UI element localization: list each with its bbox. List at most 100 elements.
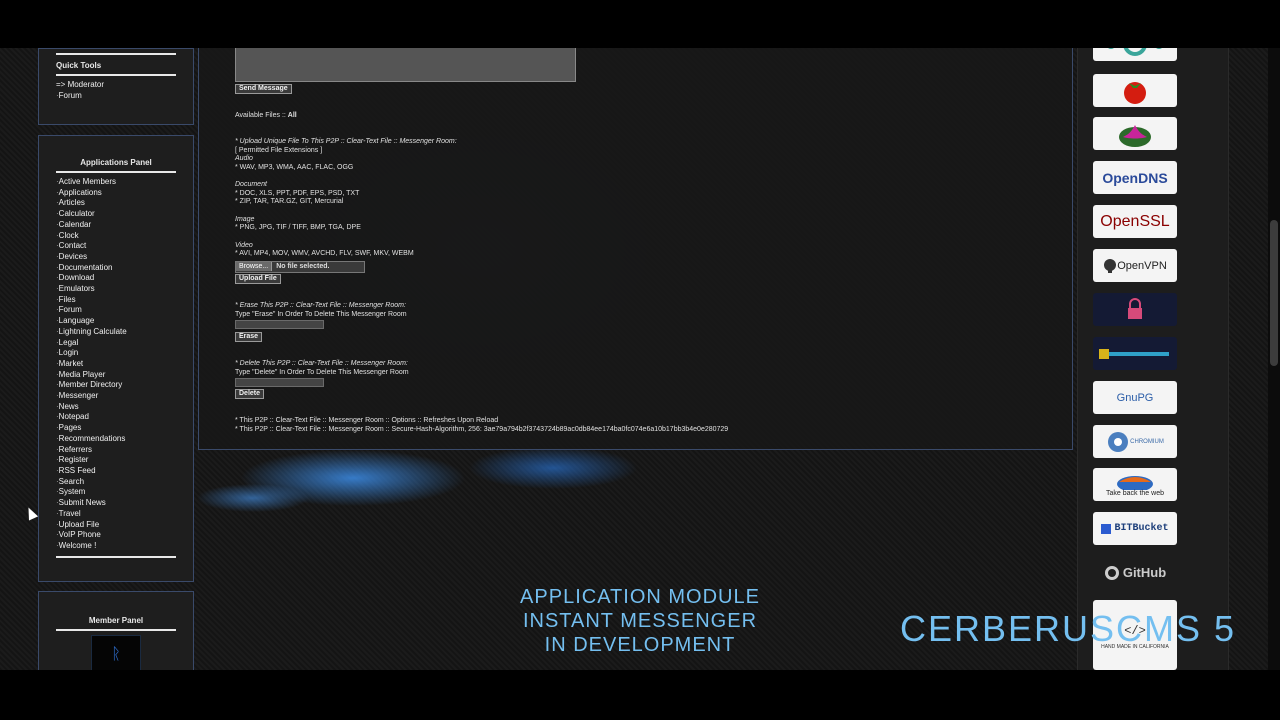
background-splash — [193, 448, 653, 528]
openssl-logo: OpenSSL — [1100, 212, 1170, 230]
sponsor-badges-column: OpenDNS OpenSSL OpenVPN GnuPG CHROMIUM T… — [1077, 48, 1229, 670]
app-link-files[interactable]: Files — [56, 295, 176, 306]
badge-lotus[interactable] — [1093, 117, 1177, 150]
quick-tools-panel: Quick Tools => Moderator Forum — [38, 48, 194, 125]
app-link-news[interactable]: News — [56, 402, 176, 413]
divider — [56, 629, 176, 631]
video-caption: APPLICATION MODULE INSTANT MESSENGER IN … — [440, 585, 840, 657]
openvpn-icon — [1104, 258, 1117, 273]
available-files-value[interactable]: All — [288, 112, 297, 119]
app-link-messenger[interactable]: Messenger — [56, 391, 176, 402]
app-link-calculator[interactable]: Calculator — [56, 209, 176, 220]
permitted-extensions-label: [ Permitted File Extensions ] — [235, 146, 323, 154]
app-link-articles[interactable]: Articles — [56, 198, 176, 209]
page-viewport: Quick Tools => Moderator Forum Applicati… — [0, 48, 1280, 670]
available-files-label: Available Files :: — [235, 112, 286, 119]
app-link-documentation[interactable]: Documentation — [56, 263, 176, 274]
divider — [56, 53, 176, 55]
erase-input[interactable] — [235, 320, 324, 329]
badge-top[interactable] — [1093, 48, 1177, 61]
app-link-upload-file[interactable]: Upload File — [56, 520, 176, 531]
github-icon — [1104, 565, 1119, 580]
caption-line-1: APPLICATION MODULE — [520, 586, 760, 608]
app-link-register[interactable]: Register — [56, 455, 176, 466]
app-link-legal[interactable]: Legal — [56, 338, 176, 349]
upload-file-button[interactable]: Upload File — [235, 274, 281, 284]
badge-tomato[interactable] — [1093, 74, 1177, 107]
key-icon — [1099, 348, 1169, 359]
app-link-submit-news[interactable]: Submit News — [56, 498, 176, 509]
delete-heading: * Delete This P2P :: Clear-Text File :: … — [235, 360, 408, 367]
badge-firefox[interactable]: Take back the web — [1093, 468, 1177, 501]
app-link-rss-feed[interactable]: RSS Feed — [56, 466, 176, 477]
avatar[interactable]: ᚱ — [91, 635, 141, 670]
caption-line-2: INSTANT MESSENGER — [522, 610, 758, 632]
message-textarea[interactable] — [235, 48, 576, 82]
delete-button[interactable]: Delete — [235, 389, 265, 399]
app-link-referrers[interactable]: Referrers — [56, 445, 176, 456]
app-link-login[interactable]: Login — [56, 348, 176, 359]
applications-panel-title: Applications Panel — [80, 158, 152, 167]
page-scrollbar[interactable] — [1268, 48, 1280, 670]
opendns-logo: OpenDNS — [1102, 169, 1168, 186]
openvpn-logo: OpenVPN — [1117, 259, 1167, 272]
app-link-applications[interactable]: Applications — [56, 188, 176, 199]
no-file-selected: No file selected. — [276, 263, 330, 270]
brand-watermark: CERBERUSCMS 5 — [900, 608, 1237, 649]
app-link-pages[interactable]: Pages — [56, 423, 176, 434]
app-link-language[interactable]: Language — [56, 316, 176, 327]
app-link-system[interactable]: System — [56, 487, 176, 498]
badge-key[interactable] — [1093, 337, 1177, 370]
badge-chromium[interactable]: CHROMIUM — [1093, 425, 1177, 458]
app-link-forum[interactable]: Forum — [56, 305, 176, 316]
badge-opendns[interactable]: OpenDNS — [1093, 161, 1177, 194]
app-link-member-directory[interactable]: Member Directory — [56, 380, 176, 391]
video-label: Video — [235, 241, 253, 249]
app-link-lightning-calculate[interactable]: Lightning Calculate — [56, 327, 176, 338]
app-link-active-members[interactable]: Active Members — [56, 177, 176, 188]
app-link-media-player[interactable]: Media Player — [56, 370, 176, 381]
divider — [56, 171, 176, 173]
applications-list: Active MembersApplicationsArticlesCalcul… — [56, 177, 176, 552]
erase-button[interactable]: Erase — [235, 332, 263, 342]
app-link-market[interactable]: Market — [56, 359, 176, 370]
messenger-room-content: Send Message Available Files :: All * Up… — [198, 48, 1073, 450]
chromium-logo: CHROMIUM — [1130, 438, 1164, 445]
badge-github[interactable]: GitHub — [1093, 556, 1177, 589]
room-hash: * This P2P :: Clear-Text File :: Messeng… — [235, 425, 729, 433]
app-link-calendar[interactable]: Calendar — [56, 220, 176, 231]
app-link-voip-phone[interactable]: VoIP Phone — [56, 530, 176, 541]
app-link-emulators[interactable]: Emulators — [56, 284, 176, 295]
send-message-button[interactable]: Send Message — [235, 84, 292, 94]
badge-openvpn[interactable]: OpenVPN — [1093, 249, 1177, 282]
badge-bitbucket[interactable]: BITBucket — [1093, 512, 1177, 545]
ring-logo-icon — [1108, 48, 1162, 56]
scrollbar-thumb[interactable] — [1270, 220, 1278, 366]
badge-lock[interactable] — [1093, 293, 1177, 326]
app-link-clock[interactable]: Clock — [56, 231, 176, 242]
badge-openssl[interactable]: OpenSSL — [1093, 205, 1177, 238]
github-logo: GitHub — [1122, 565, 1167, 580]
erase-section: * Erase This P2P :: Clear-Text File :: M… — [235, 302, 407, 319]
document-extensions: * DOC, XLS, PPT, PDF, EPS, PSD, TXT — [235, 189, 360, 197]
app-link-download[interactable]: Download — [56, 273, 176, 284]
app-link-welcome[interactable]: Welcome ! — [56, 541, 176, 552]
lotus-icon — [1119, 124, 1151, 147]
app-link-recommendations[interactable]: Recommendations — [56, 434, 176, 445]
badge-gnupg[interactable]: GnuPG — [1093, 381, 1177, 414]
browse-button[interactable]: Browse... — [236, 262, 273, 271]
app-link-travel[interactable]: Travel — [56, 509, 176, 520]
app-link-search[interactable]: Search — [56, 477, 176, 488]
file-input[interactable]: Browse... No file selected. — [235, 261, 365, 273]
applications-panel: Applications Panel Active MembersApplica… — [38, 135, 194, 582]
delete-instruction: Type "Delete" In Order To Delete This Me… — [235, 368, 409, 376]
app-link-notepad[interactable]: Notepad — [56, 412, 176, 423]
app-link-devices[interactable]: Devices — [56, 252, 176, 263]
room-footer: * This P2P :: Clear-Text File :: Messeng… — [235, 417, 728, 434]
delete-section: * Delete This P2P :: Clear-Text File :: … — [235, 360, 409, 377]
quick-tool-moderator[interactable]: => Moderator — [56, 80, 176, 91]
quick-tool-forum[interactable]: Forum — [56, 91, 176, 102]
delete-input[interactable] — [235, 378, 324, 387]
app-link-contact[interactable]: Contact — [56, 241, 176, 252]
tomato-icon — [1124, 81, 1146, 104]
